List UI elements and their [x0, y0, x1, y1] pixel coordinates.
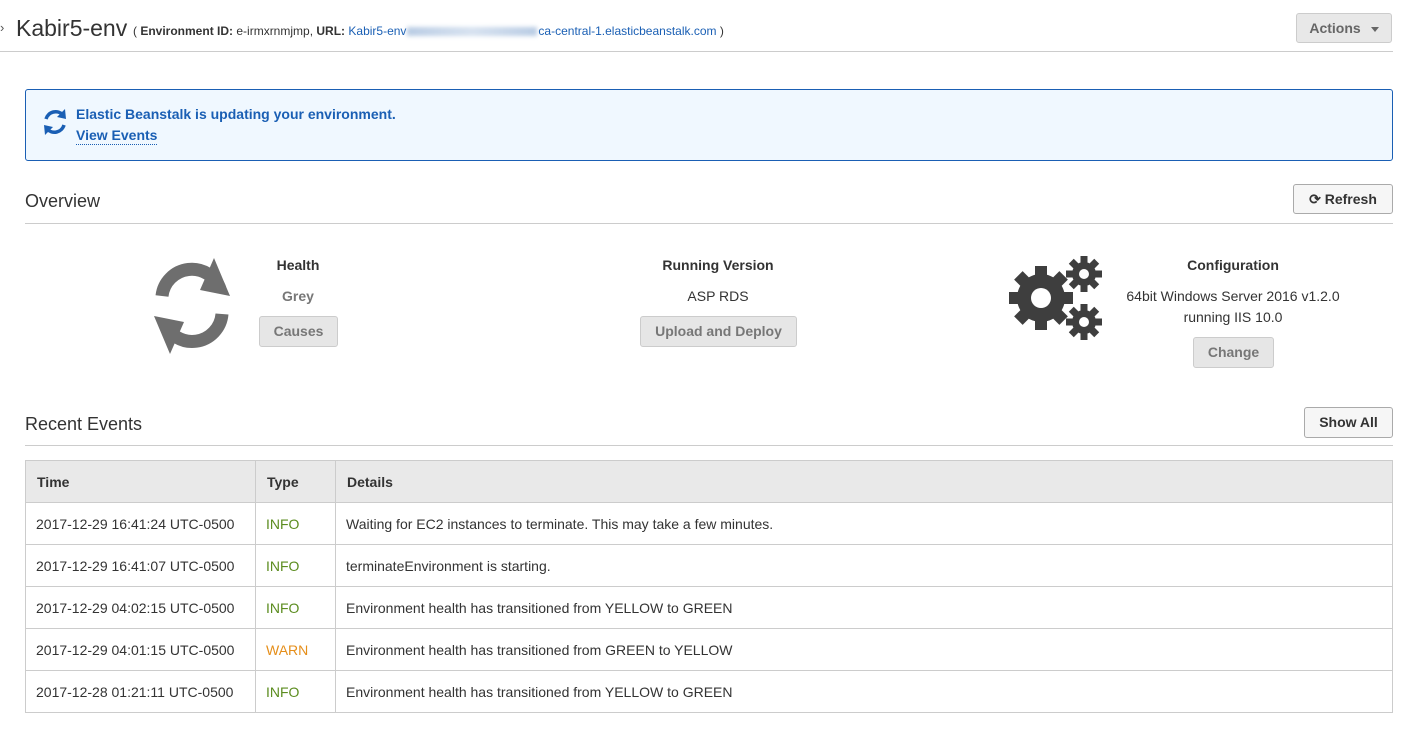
events-table: Time Type Details 2017-12-29 16:41:24 UT… [25, 460, 1393, 713]
change-button[interactable]: Change [1193, 337, 1274, 368]
redacted-url-part [407, 27, 538, 37]
event-type: WARN [255, 628, 336, 671]
refresh-icon [44, 109, 66, 135]
actions-dropdown-button[interactable]: Actions [1296, 13, 1392, 43]
show-all-button[interactable]: Show All [1304, 407, 1393, 438]
event-details: Environment health has transitioned from… [335, 628, 1393, 671]
running-version-value: ASP RDS [687, 288, 749, 304]
recent-events-divider [25, 445, 1393, 446]
environment-header: › Kabir5-env ( Environment ID: e-irmxrnm… [0, 0, 1393, 52]
event-details: terminateEnvironment is starting. [335, 544, 1393, 587]
column-header-type[interactable]: Type [255, 460, 336, 503]
event-time: 2017-12-29 04:02:15 UTC-0500 [25, 586, 256, 629]
event-details: Environment health has transitioned from… [335, 670, 1393, 713]
env-id-value: e-irmxrnmjmp, [236, 24, 314, 38]
overview-title: Overview [25, 191, 101, 211]
event-type: INFO [255, 670, 336, 713]
gears-icon [1009, 256, 1102, 340]
event-details: Waiting for EC2 instances to terminate. … [335, 502, 1393, 545]
health-refresh-icon [154, 258, 230, 354]
event-time: 2017-12-28 01:21:11 UTC-0500 [25, 670, 256, 713]
running-version-title: Running Version [662, 257, 774, 273]
health-value: Grey [282, 288, 314, 304]
caret-down-icon [1370, 26, 1379, 32]
url-label: URL: [316, 24, 346, 38]
event-type: INFO [255, 544, 336, 587]
environment-meta: ( Environment ID: e-irmxrnmjmp, URL: Kab… [133, 24, 724, 38]
table-row: 2017-12-28 01:21:11 UTC-0500 INFO Enviro… [25, 670, 1393, 713]
table-header-row: Time Type Details [25, 460, 1393, 503]
health-title: Health [276, 257, 320, 273]
env-id-label: Environment ID: [140, 24, 234, 38]
overview-divider [25, 223, 1393, 224]
refresh-button[interactable]: ⟳ Refresh [1293, 184, 1393, 214]
refresh-small-icon: ⟳ [1309, 191, 1321, 207]
table-row: 2017-12-29 04:01:15 UTC-0500 WARN Enviro… [25, 628, 1393, 671]
recent-events-title: Recent Events [25, 414, 143, 434]
event-type: INFO [255, 586, 336, 629]
configuration-title: Configuration [1187, 257, 1279, 273]
updating-alert: Elastic Beanstalk is updating your envir… [25, 89, 1393, 161]
expand-chevron-icon[interactable]: › [0, 20, 4, 35]
event-time: 2017-12-29 16:41:07 UTC-0500 [25, 544, 256, 587]
event-time: 2017-12-29 04:01:15 UTC-0500 [25, 628, 256, 671]
table-row: 2017-12-29 16:41:07 UTC-0500 INFO termin… [25, 544, 1393, 587]
event-details: Environment health has transitioned from… [335, 586, 1393, 629]
table-row: 2017-12-29 04:02:15 UTC-0500 INFO Enviro… [25, 586, 1393, 629]
environment-url-link[interactable]: Kabir5-env ca-central-1.elasticbeanstalk.… [348, 24, 716, 38]
configuration-platform: 64bit Windows Server 2016 v1.2.0 [1126, 288, 1340, 304]
environment-name: Kabir5-env [16, 15, 128, 41]
alert-message: Elastic Beanstalk is updating your envir… [76, 106, 396, 122]
column-header-details[interactable]: Details [335, 460, 1393, 503]
column-header-time[interactable]: Time [25, 460, 256, 503]
event-type: INFO [255, 502, 336, 545]
upload-and-deploy-button[interactable]: Upload and Deploy [640, 316, 797, 347]
configuration-server: running IIS 10.0 [1183, 309, 1283, 325]
causes-button[interactable]: Causes [259, 316, 338, 347]
event-time: 2017-12-29 16:41:24 UTC-0500 [25, 502, 256, 545]
table-row: 2017-12-29 16:41:24 UTC-0500 INFO Waitin… [25, 502, 1393, 545]
view-events-link[interactable]: View Events [76, 127, 158, 145]
